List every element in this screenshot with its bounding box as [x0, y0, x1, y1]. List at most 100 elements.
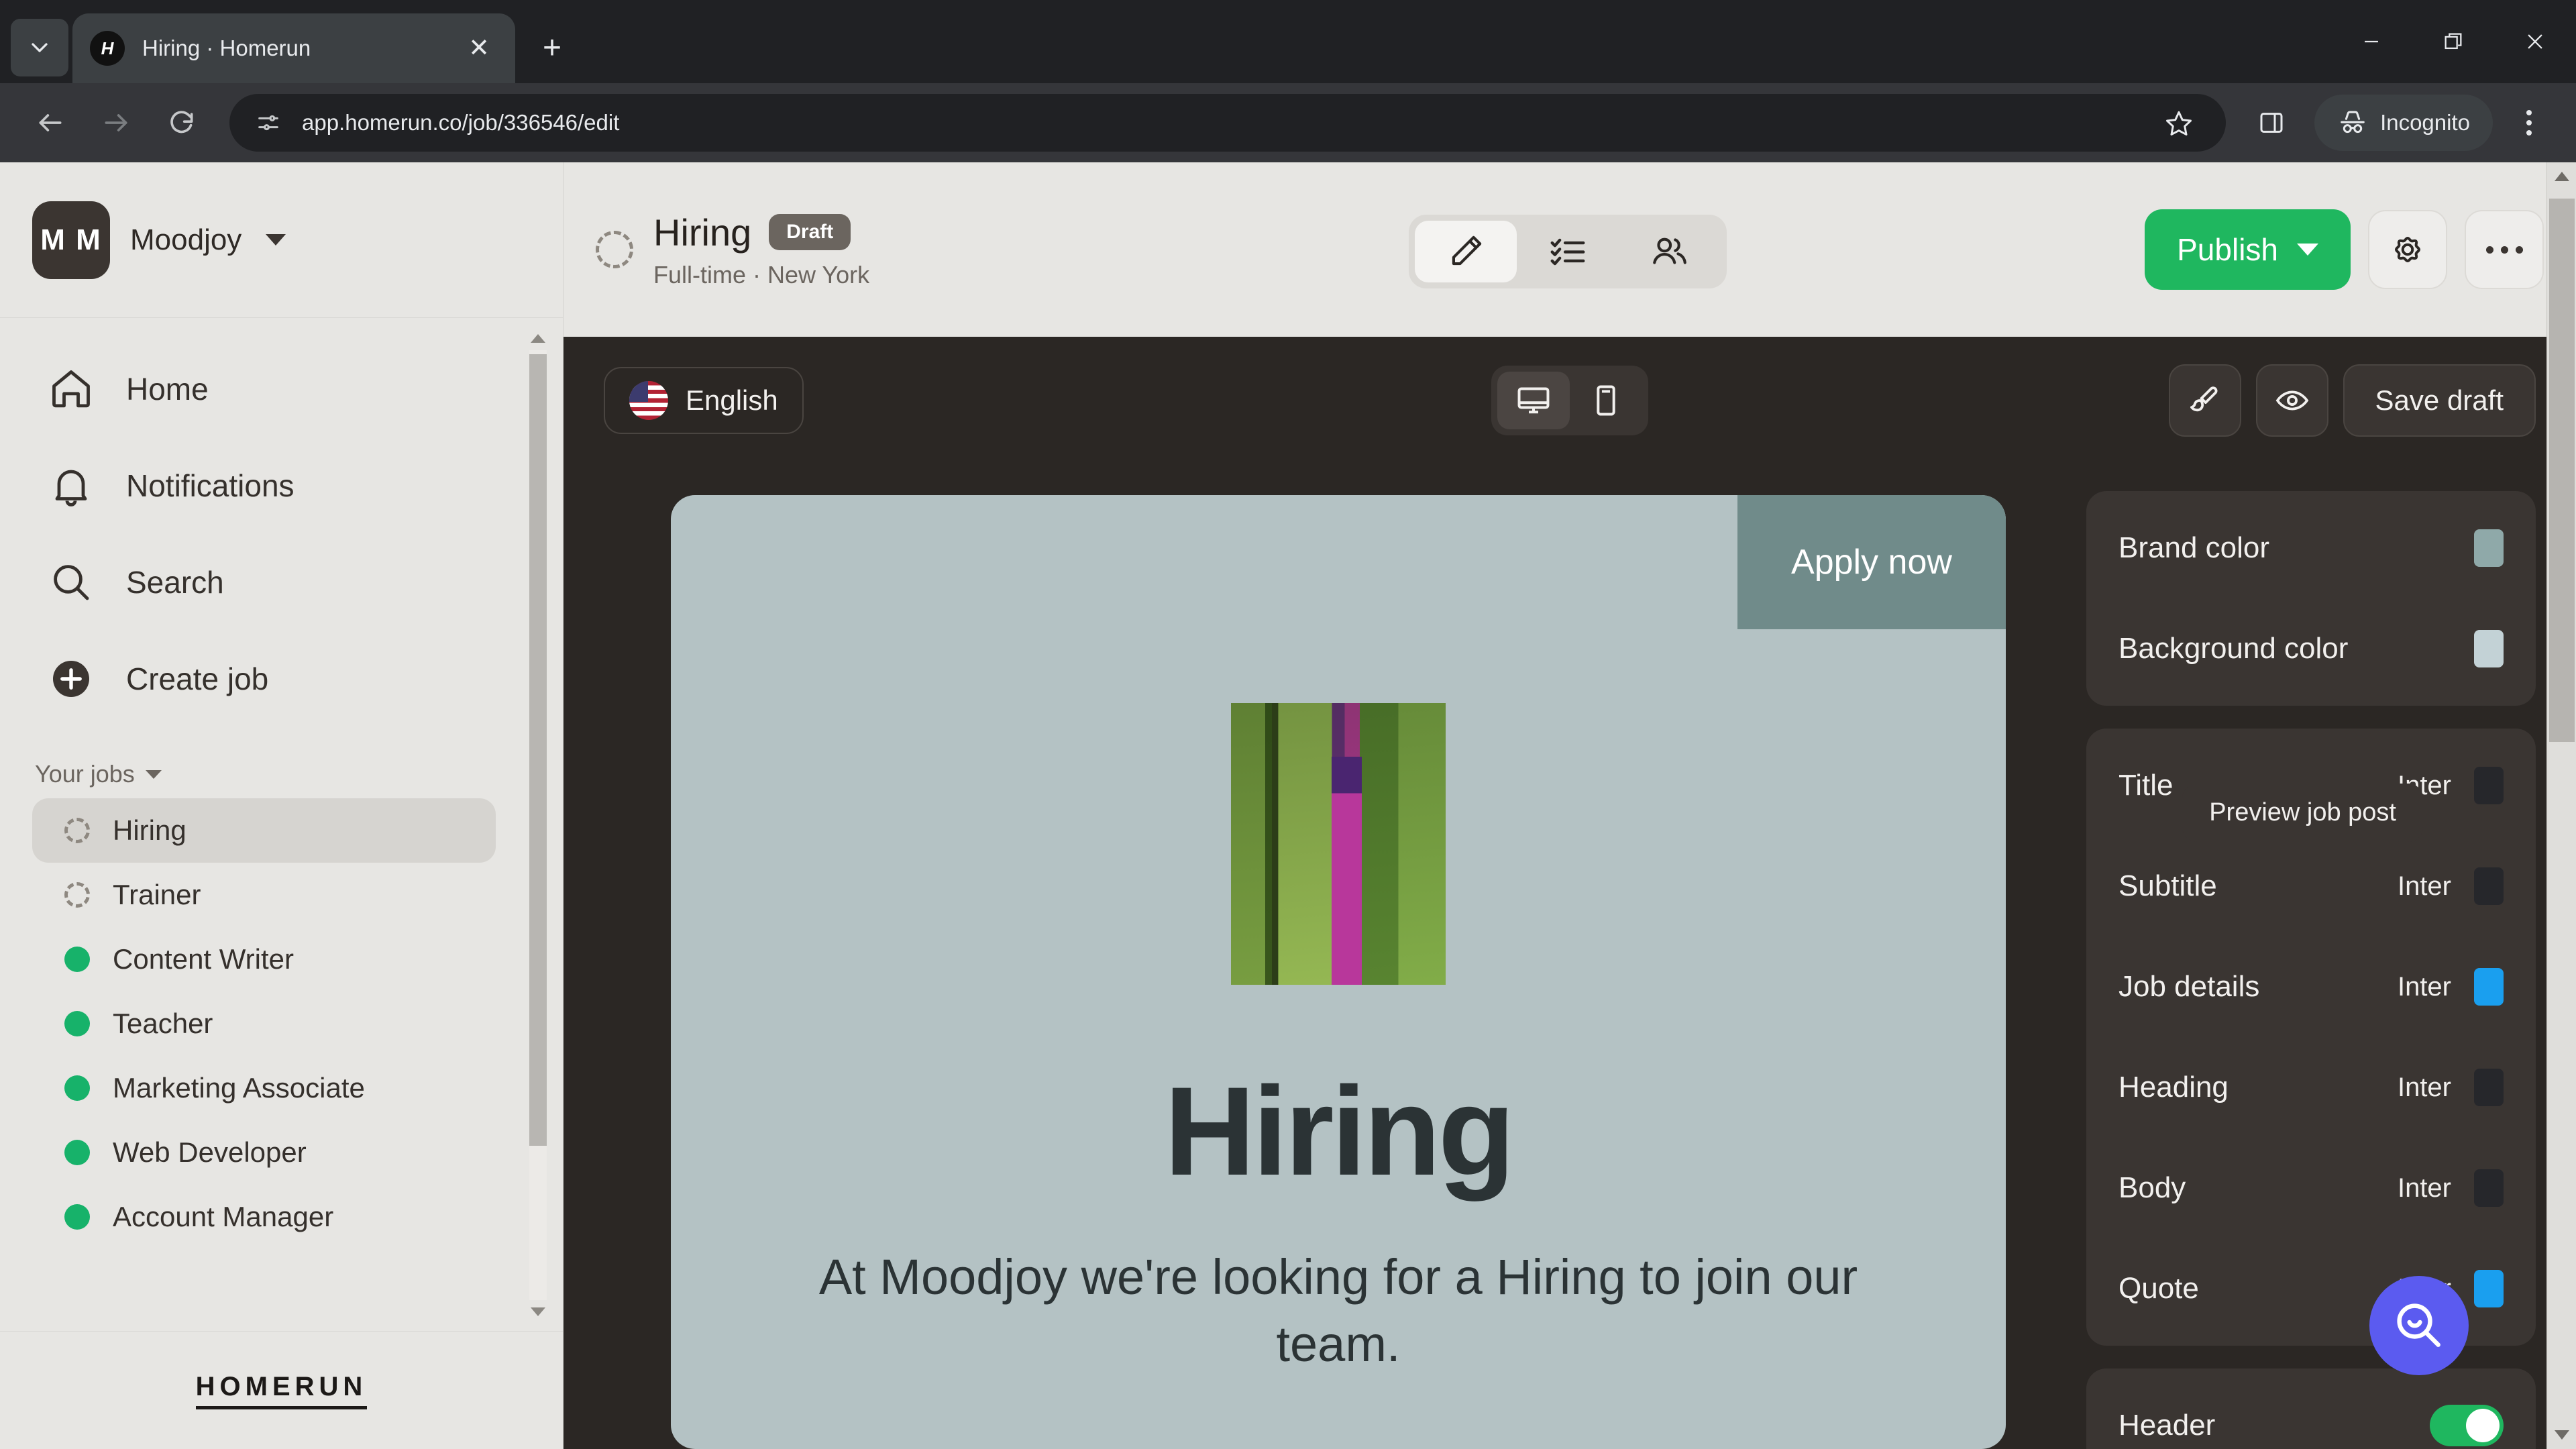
scroll-down-arrow-icon[interactable]: [531, 1307, 545, 1316]
minimize-button[interactable]: [2330, 0, 2412, 83]
address-bar[interactable]: app.homerun.co/job/336546/edit: [229, 94, 2226, 152]
setting-background-color[interactable]: Background color: [2086, 598, 2536, 699]
sidebar-item-label: Home: [126, 372, 209, 407]
sidebar-item-home[interactable]: Home: [0, 341, 496, 437]
scroll-up-arrow-icon[interactable]: [2555, 172, 2569, 181]
device-desktop-button[interactable]: [1497, 372, 1570, 429]
body-color-swatch[interactable]: [2474, 1169, 2504, 1207]
setting-brand-color[interactable]: Brand color: [2086, 498, 2536, 598]
tab-checklist[interactable]: [1517, 221, 1619, 282]
more-options-button[interactable]: [2465, 210, 2544, 289]
setting-job-details-typography[interactable]: Job details Inter: [2086, 936, 2536, 1037]
font-name[interactable]: Inter: [2398, 1173, 2451, 1203]
home-icon: [47, 365, 95, 413]
close-window-button[interactable]: [2494, 0, 2576, 83]
settings-button[interactable]: [2368, 210, 2447, 289]
font-name[interactable]: Inter: [2398, 972, 2451, 1002]
live-status-dot: [64, 1075, 90, 1101]
job-post-preview-column: Apply now Hiring At Moodjoy we're lookin…: [564, 464, 2066, 1449]
draft-status-dot: [64, 882, 90, 908]
scroll-up-arrow-icon[interactable]: [531, 334, 545, 343]
sidebar-item-search[interactable]: Search: [0, 534, 496, 631]
org-switcher[interactable]: M M Moodjoy: [0, 162, 563, 318]
sidebar-item-job-content-writer[interactable]: Content Writer: [32, 927, 496, 991]
scrollbar-thumb[interactable]: [529, 354, 547, 1146]
font-name[interactable]: Inter: [2398, 1073, 2451, 1103]
apply-now-button[interactable]: Apply now: [1737, 495, 2006, 629]
search-icon: [47, 558, 95, 606]
live-status-dot: [64, 1140, 90, 1165]
job-details-color-swatch[interactable]: [2474, 968, 2504, 1006]
header-section-toggle[interactable]: [2430, 1405, 2504, 1446]
page-title: Hiring: [653, 211, 752, 254]
sidebar-item-job-web-developer[interactable]: Web Developer: [32, 1120, 496, 1185]
background-color-swatch[interactable]: [2474, 630, 2504, 667]
help-search-button[interactable]: [2369, 1276, 2469, 1375]
job-header: Hiring Draft Full-time · New York Publis…: [564, 162, 2576, 337]
back-arrow-icon: [39, 114, 62, 131]
preview-button[interactable]: [2255, 364, 2328, 437]
sidebar-item-job-account-manager[interactable]: Account Manager: [32, 1185, 496, 1249]
us-flag-icon: [629, 381, 668, 420]
setting-subtitle-typography[interactable]: Subtitle Inter: [2086, 836, 2536, 936]
device-mobile-button[interactable]: [1570, 372, 1642, 429]
font-name[interactable]: Inter: [2398, 871, 2451, 902]
bookmark-button[interactable]: [2155, 99, 2203, 147]
page-scrollbar[interactable]: [2546, 162, 2576, 1449]
sidebar-section-your-jobs[interactable]: Your jobs: [0, 750, 563, 798]
editor-body: Apply now Hiring At Moodjoy we're lookin…: [564, 464, 2576, 1449]
sidebar-item-job-trainer[interactable]: Trainer: [32, 863, 496, 927]
tab-edit[interactable]: [1415, 221, 1517, 282]
minimize-icon: [2365, 40, 2378, 43]
subtitle-color-swatch[interactable]: [2474, 867, 2504, 905]
sidebar-item-job-teacher[interactable]: Teacher: [32, 991, 496, 1056]
incognito-indicator[interactable]: Incognito: [2314, 95, 2493, 151]
side-panel-button[interactable]: [2243, 95, 2300, 151]
forward-button[interactable]: [86, 93, 146, 153]
tab-candidates[interactable]: [1619, 221, 1721, 282]
close-tab-button[interactable]: ✕: [460, 30, 498, 67]
sidebar-item-create-job[interactable]: Create job: [0, 631, 496, 727]
window-controls: [2330, 0, 2576, 83]
status-badge: Draft: [769, 214, 851, 250]
setting-heading-typography[interactable]: Heading Inter: [2086, 1037, 2536, 1138]
sidebar-item-notifications[interactable]: Notifications: [0, 437, 496, 534]
setting-label: Quote: [2118, 1272, 2199, 1305]
restore-icon: [2445, 33, 2462, 50]
eye-icon: [2275, 390, 2308, 411]
tab-search-button[interactable]: [11, 19, 68, 76]
mobile-icon: [1597, 385, 1615, 416]
quote-color-swatch[interactable]: [2474, 1270, 2504, 1307]
maximize-button[interactable]: [2412, 0, 2494, 83]
new-tab-button[interactable]: +: [526, 21, 578, 74]
gear-icon: [2394, 236, 2421, 263]
language-selector[interactable]: English: [604, 367, 804, 434]
chevron-down-icon: [145, 769, 162, 779]
setting-header-section[interactable]: Header: [2086, 1375, 2536, 1449]
publish-label: Publish: [2177, 232, 2278, 267]
setting-label: Brand color: [2118, 531, 2270, 564]
setting-label: Job details: [2118, 970, 2260, 1003]
sidebar-item-job-hiring[interactable]: Hiring: [32, 798, 496, 863]
browser-menu-button[interactable]: [2502, 95, 2556, 151]
theme-button[interactable]: [2168, 364, 2241, 437]
chevron-down-icon: [266, 234, 286, 246]
scroll-down-arrow-icon[interactable]: [2555, 1430, 2569, 1440]
sidebar-item-job-marketing-associate[interactable]: Marketing Associate: [32, 1056, 496, 1120]
page-scrollbar-thumb[interactable]: [2549, 199, 2575, 742]
save-draft-button[interactable]: Save draft: [2343, 364, 2536, 437]
heading-color-swatch[interactable]: [2474, 1069, 2504, 1106]
setting-body-typography[interactable]: Body Inter: [2086, 1138, 2536, 1238]
brand-color-swatch[interactable]: [2474, 529, 2504, 567]
site-info-button[interactable]: [252, 107, 284, 139]
photo-pole: [1271, 703, 1279, 985]
sidebar-scrollbar[interactable]: [529, 331, 547, 1319]
title-color-swatch[interactable]: [2474, 767, 2504, 804]
publish-button[interactable]: Publish: [2145, 209, 2351, 290]
browser-tab[interactable]: H Hiring · Homerun ✕: [72, 13, 515, 83]
kebab-dot: [2526, 110, 2532, 115]
reload-button[interactable]: [152, 93, 212, 153]
pencil-icon: [1452, 235, 1482, 266]
setting-label: Body: [2118, 1171, 2186, 1204]
back-button[interactable]: [20, 93, 80, 153]
